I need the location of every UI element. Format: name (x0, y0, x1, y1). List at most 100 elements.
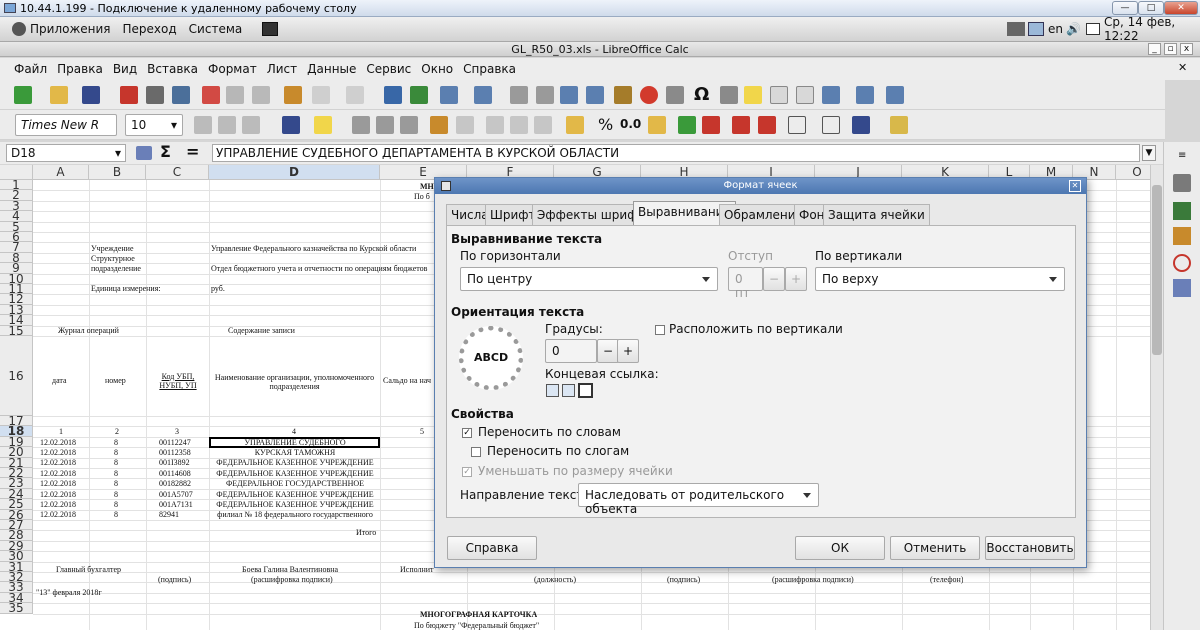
text-direction-dropdown[interactable]: Наследовать от родительского объекта (578, 483, 819, 516)
bold-icon[interactable] (194, 116, 212, 134)
win-maximize-icon[interactable]: ▫ (1164, 43, 1177, 55)
menu-system[interactable]: Система (189, 22, 243, 36)
data-cell-code[interactable]: 00112358 (159, 448, 191, 457)
data-cell-date[interactable]: 12.02.2018 (40, 510, 76, 519)
ref-edge-bottom-icon[interactable] (546, 384, 559, 397)
pivot-table-icon[interactable] (666, 86, 684, 104)
cell-unit-label[interactable]: Единица измерения: (91, 284, 161, 293)
cell-struct-label[interactable]: Структурное (91, 254, 135, 263)
delete-decimal-icon[interactable] (702, 116, 720, 134)
number-format-zero[interactable]: 0.0 (620, 117, 644, 135)
data-cell-code[interactable]: 001I3892 (159, 458, 190, 467)
cell-inst-value[interactable]: Управление Федерального казначейства по … (211, 244, 416, 253)
border-style-icon[interactable] (822, 116, 840, 134)
print-icon[interactable] (146, 86, 164, 104)
close-icon[interactable]: ✕ (1164, 1, 1198, 15)
mail-icon[interactable] (1086, 23, 1100, 35)
cell-n3[interactable]: 3 (175, 427, 179, 436)
menu-format[interactable]: Формат (208, 62, 257, 76)
cell-r2[interactable]: По б (414, 192, 430, 201)
cell-decode2[interactable]: (расшифровка подписи) (772, 575, 854, 584)
data-cell-name[interactable]: ФЕДЕРАЛЬНОЕ ГОСУДАРСТВЕННОЕ (212, 479, 378, 488)
redo-icon[interactable] (346, 86, 364, 104)
chart-icon[interactable] (640, 86, 658, 104)
col-header-o[interactable]: O (1116, 165, 1150, 180)
menu-places[interactable]: Переход (123, 22, 177, 36)
export-pdf-icon[interactable] (120, 86, 138, 104)
cell-h-date[interactable]: дата (52, 376, 67, 385)
border-color-icon[interactable] (852, 116, 870, 134)
clone-format-icon[interactable] (284, 86, 302, 104)
add-decimal-icon[interactable] (678, 116, 696, 134)
merge-cells-icon[interactable] (456, 116, 474, 134)
ok-button[interactable]: ОК (795, 536, 885, 560)
spelling-icon[interactable] (410, 86, 428, 104)
data-cell-date[interactable]: 12.02.2018 (40, 490, 76, 499)
col-header-a[interactable]: A (33, 165, 89, 180)
formula-input[interactable]: УПРАВЛЕНИЕ СУДЕБНОГО ДЕПАРТАМЕНТА В КУРС… (212, 144, 1140, 162)
col-header-b[interactable]: B (89, 165, 146, 180)
comment-icon[interactable] (744, 86, 762, 104)
underline-icon[interactable] (242, 116, 260, 134)
cell-h-code[interactable]: Код УБП, НУБП, УП (150, 372, 206, 390)
row-header[interactable]: 15 (0, 324, 33, 337)
data-cell-num[interactable]: 8 (114, 490, 118, 499)
col-header-c[interactable]: C (146, 165, 209, 180)
cell-r1[interactable]: МН (420, 182, 434, 191)
save-icon[interactable] (82, 86, 100, 104)
degrees-field[interactable]: 0 (545, 339, 597, 363)
data-cell-num[interactable]: 8 (114, 479, 118, 488)
sidebar-menu-icon[interactable]: ≡ (1178, 150, 1186, 161)
autofilter-icon[interactable] (586, 86, 604, 104)
data-cell-code[interactable]: 00182882 (159, 479, 191, 488)
cell-journal[interactable]: Журнал операций (58, 326, 119, 335)
vertical-dropdown[interactable]: По верху (815, 267, 1065, 291)
data-cell-date[interactable]: 12.02.2018 (40, 438, 76, 447)
formula-icon[interactable]: = (186, 142, 199, 161)
open-icon[interactable] (50, 86, 68, 104)
network-icon[interactable] (1007, 22, 1025, 36)
cell-n5[interactable]: 5 (420, 427, 424, 436)
cell-position[interactable]: (должность) (534, 575, 576, 584)
align-bottom-icon[interactable] (534, 116, 552, 134)
vertical-scrollbar[interactable] (1150, 165, 1163, 630)
highlight-icon[interactable] (314, 116, 332, 134)
data-cell-num[interactable]: 8 (114, 448, 118, 457)
minimize-icon[interactable]: — (1112, 1, 1138, 15)
conditional-format-icon[interactable] (890, 116, 908, 134)
expand-formula-icon[interactable]: ▼ (1142, 145, 1156, 161)
undo-icon[interactable] (312, 86, 330, 104)
freeze-icon[interactable] (822, 86, 840, 104)
cell-chief[interactable]: Главный бухгалтер (56, 565, 121, 574)
cell-sub-label[interactable]: подразделение (91, 264, 141, 273)
functions-icon[interactable] (1173, 279, 1191, 297)
degrees-plus-button[interactable]: + (617, 339, 639, 363)
wrap-text-icon[interactable] (430, 116, 448, 134)
data-cell-code[interactable]: 00112247 (159, 438, 191, 447)
cell-n4[interactable]: 4 (292, 427, 296, 436)
cell-content[interactable]: Содержание записи (228, 326, 295, 335)
dialog-close-icon[interactable]: ✕ (1069, 180, 1081, 192)
menu-window[interactable]: Окно (421, 62, 453, 76)
cell-total[interactable]: Итого (356, 528, 376, 537)
ref-edge-cell-icon[interactable] (578, 383, 593, 398)
sort-desc-icon[interactable] (536, 86, 554, 104)
row-header[interactable]: 16 (0, 336, 33, 416)
data-cell-date[interactable]: 12.02.2018 (40, 500, 76, 509)
cell-h-num[interactable]: номер (105, 376, 126, 385)
reset-button[interactable]: Восстановить (985, 536, 1075, 560)
cell-executor[interactable]: Исполнит (400, 565, 434, 574)
data-cell-code[interactable]: 82941 (159, 510, 179, 519)
cell-h-saldo[interactable]: Сальдо на нач (383, 376, 431, 385)
data-cell-date[interactable]: 12.02.2018 (40, 479, 76, 488)
sort-icon[interactable] (560, 86, 578, 104)
lang-indicator[interactable]: en (1048, 22, 1063, 36)
data-cell-date[interactable]: 12.02.2018 (40, 448, 76, 457)
display-icon[interactable] (1028, 22, 1044, 36)
win-close-icon[interactable]: x (1180, 43, 1193, 55)
split-window-icon[interactable] (856, 86, 874, 104)
data-cell-date[interactable]: 12.02.2018 (40, 458, 76, 467)
borders-icon[interactable] (788, 116, 806, 134)
cell-sub-value[interactable]: Отдел бюджетного учета и отчетности по о… (211, 264, 435, 273)
maximize-icon[interactable]: □ (1138, 1, 1164, 15)
